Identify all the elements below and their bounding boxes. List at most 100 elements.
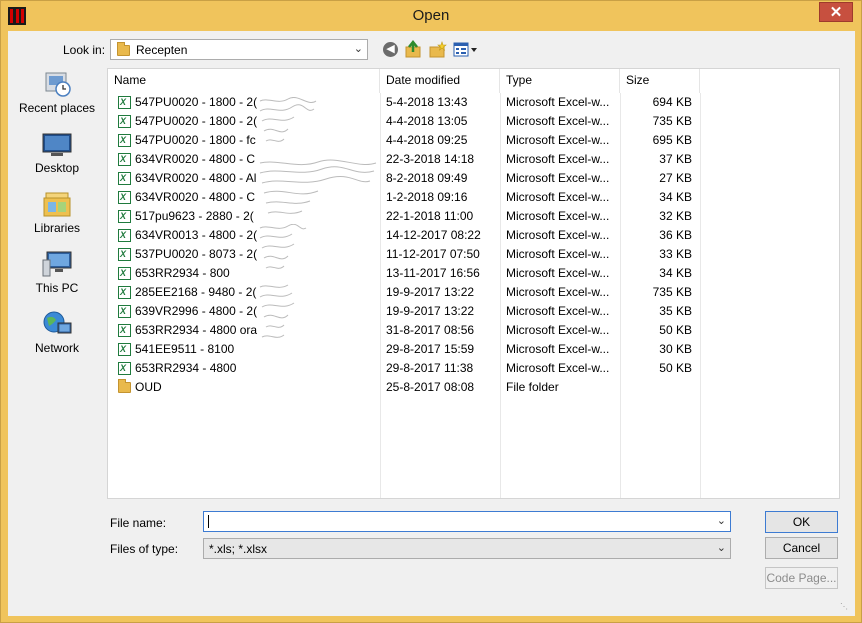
chevron-down-icon[interactable]: ⌄ xyxy=(717,514,726,527)
file-row[interactable]: 517pu9623 - 2880 - 2( 22-1-2018 11:00 Mi… xyxy=(108,207,839,226)
file-row[interactable]: 547PU0020 - 1800 - fc 4-4-2018 09:25 Mic… xyxy=(108,131,839,150)
place-label: Recent places xyxy=(18,101,96,115)
place-recent-places[interactable]: Recent places xyxy=(8,68,106,124)
folder-icon xyxy=(117,42,130,56)
file-name: 634VR0020 - 4800 - Al xyxy=(135,171,257,185)
file-row[interactable]: 634VR0020 - 4800 - Al 8-2-2018 09:49 Mic… xyxy=(108,169,839,188)
file-date: 11-12-2017 07:50 xyxy=(386,247,480,261)
file-name: 653RR2934 - 4800 ora xyxy=(135,323,258,337)
code-page-button[interactable]: Code Page... xyxy=(765,567,838,589)
file-date: 29-8-2017 15:59 xyxy=(386,342,475,356)
chevron-down-icon: ⌄ xyxy=(716,542,726,554)
file-size: 50 KB xyxy=(659,361,692,375)
look-in-value: Recepten xyxy=(136,43,188,57)
file-name-input[interactable]: ⌄ xyxy=(203,511,731,532)
close-icon: ✕ xyxy=(829,4,843,21)
file-row[interactable]: 653RR2934 - 4800 29-8-2017 11:38 Microso… xyxy=(108,359,839,378)
file-row[interactable]: 639VR2996 - 4800 - 2( 19-9-2017 13:22 Mi… xyxy=(108,302,839,321)
file-row[interactable]: 541EE9511 - 8100 29-8-2017 15:59 Microso… xyxy=(108,340,839,359)
folder-icon xyxy=(118,379,131,393)
file-row[interactable]: 634VR0020 - 4800 - C 22-3-2018 14:18 Mic… xyxy=(108,150,839,169)
place-label: Libraries xyxy=(33,221,81,235)
file-type: Microsoft Excel-w... xyxy=(506,171,610,185)
files-of-type-label: Files of type: xyxy=(110,542,179,556)
redaction-scribble xyxy=(258,283,298,343)
place-network[interactable]: Network xyxy=(8,308,106,364)
up-folder-button[interactable] xyxy=(404,39,424,60)
recent-places-icon xyxy=(45,72,71,97)
resize-grip-icon[interactable]: ⋱ xyxy=(840,602,850,612)
file-name: 537PU0020 - 8073 - 2( xyxy=(135,247,258,261)
column-header-date[interactable]: Date modified xyxy=(380,69,500,93)
file-row[interactable]: 634VR0013 - 4800 - 2( 14-12-2017 08:22 M… xyxy=(108,226,839,245)
file-date: 13-11-2017 16:56 xyxy=(386,266,480,280)
view-menu-button[interactable] xyxy=(452,40,480,60)
file-name: 547PU0020 - 1800 - fc xyxy=(135,133,256,147)
file-type: Microsoft Excel-w... xyxy=(506,228,610,242)
file-size: 735 KB xyxy=(652,285,692,299)
file-name: 639VR2996 - 4800 - 2( xyxy=(135,304,258,318)
look-in-dropdown[interactable]: Recepten ⌄ xyxy=(110,39,368,60)
new-folder-button[interactable] xyxy=(428,40,448,60)
place-desktop[interactable]: Desktop xyxy=(8,128,106,184)
place-this-pc[interactable]: This PC xyxy=(8,248,106,304)
file-date: 19-9-2017 13:22 xyxy=(386,304,475,318)
file-date: 22-3-2018 14:18 xyxy=(386,152,475,166)
file-date: 4-4-2018 09:25 xyxy=(386,133,468,147)
chevron-down-icon: ⌄ xyxy=(353,43,363,55)
column-header-name[interactable]: Name xyxy=(108,69,380,93)
file-size: 694 KB xyxy=(652,95,692,109)
place-label: This PC xyxy=(35,281,79,295)
redaction-scribble xyxy=(258,223,308,272)
title-bar[interactable]: Open ✕ xyxy=(1,1,861,31)
folder-row[interactable]: OUD 25-8-2017 08:08 File folder xyxy=(108,378,839,397)
file-name-label: File name: xyxy=(110,516,167,530)
back-button[interactable]: ◀ xyxy=(381,40,401,60)
file-date: 31-8-2017 08:56 xyxy=(386,323,475,337)
window-title: Open xyxy=(412,7,450,24)
file-row[interactable]: 285EE2168 - 9480 - 2( 19-9-2017 13:22 Mi… xyxy=(108,283,839,302)
files-of-type-dropdown[interactable]: *.xls; *.xlsx ⌄ xyxy=(203,538,731,559)
place-libraries[interactable]: Libraries xyxy=(8,188,106,244)
column-header-size[interactable]: Size xyxy=(620,69,700,93)
file-date: 5-4-2018 13:43 xyxy=(386,95,468,109)
file-size: 695 KB xyxy=(652,133,692,147)
excel-file-icon xyxy=(118,302,131,321)
file-row[interactable]: 653RR2934 - 800 13-11-2017 16:56 Microso… xyxy=(108,264,839,283)
file-type: Microsoft Excel-w... xyxy=(506,304,610,318)
file-row[interactable]: 547PU0020 - 1800 - 2( 5-4-2018 13:43 Mic… xyxy=(108,93,839,112)
file-row[interactable]: 537PU0020 - 8073 - 2( 11-12-2017 07:50 M… xyxy=(108,245,839,264)
this-pc-icon xyxy=(42,251,72,277)
excel-file-icon xyxy=(118,150,131,169)
file-date: 22-1-2018 11:00 xyxy=(386,209,474,223)
excel-file-icon xyxy=(118,226,131,245)
excel-file-icon xyxy=(118,264,131,283)
file-list[interactable]: Name Date modified Type Size 547PU0020 -… xyxy=(107,68,840,499)
back-arrow-icon: ◀ xyxy=(383,42,398,57)
network-icon xyxy=(43,311,72,334)
file-type: File folder xyxy=(506,380,559,394)
close-button[interactable]: ✕ xyxy=(819,2,853,22)
file-type: Microsoft Excel-w... xyxy=(506,95,610,109)
file-type: Microsoft Excel-w... xyxy=(506,190,610,204)
cancel-button[interactable]: Cancel xyxy=(765,537,838,559)
redaction-scribble xyxy=(258,159,378,219)
file-row[interactable]: 547PU0020 - 1800 - 2( 4-4-2018 13:05 Mic… xyxy=(108,112,839,131)
column-header-type[interactable]: Type xyxy=(500,69,620,93)
file-row[interactable]: 653RR2934 - 4800 ora 31-8-2017 08:56 Mic… xyxy=(108,321,839,340)
file-date: 14-12-2017 08:22 xyxy=(386,228,481,242)
file-size: 735 KB xyxy=(652,114,692,128)
file-type: Microsoft Excel-w... xyxy=(506,209,610,223)
file-type: Microsoft Excel-w... xyxy=(506,285,610,299)
new-folder-icon xyxy=(429,41,447,58)
file-size: 32 KB xyxy=(659,209,692,223)
file-date: 19-9-2017 13:22 xyxy=(386,285,475,299)
file-type: Microsoft Excel-w... xyxy=(506,152,610,166)
file-row[interactable]: 634VR0020 - 4800 - C 1-2-2018 09:16 Micr… xyxy=(108,188,839,207)
file-name: 285EE2168 - 9480 - 2( xyxy=(135,285,257,299)
file-date: 1-2-2018 09:16 xyxy=(386,190,468,204)
file-date: 25-8-2017 08:08 xyxy=(386,380,475,394)
ok-button[interactable]: OK xyxy=(765,511,838,533)
file-rows: 547PU0020 - 1800 - 2( 5-4-2018 13:43 Mic… xyxy=(108,93,839,397)
place-label: Desktop xyxy=(34,161,80,175)
